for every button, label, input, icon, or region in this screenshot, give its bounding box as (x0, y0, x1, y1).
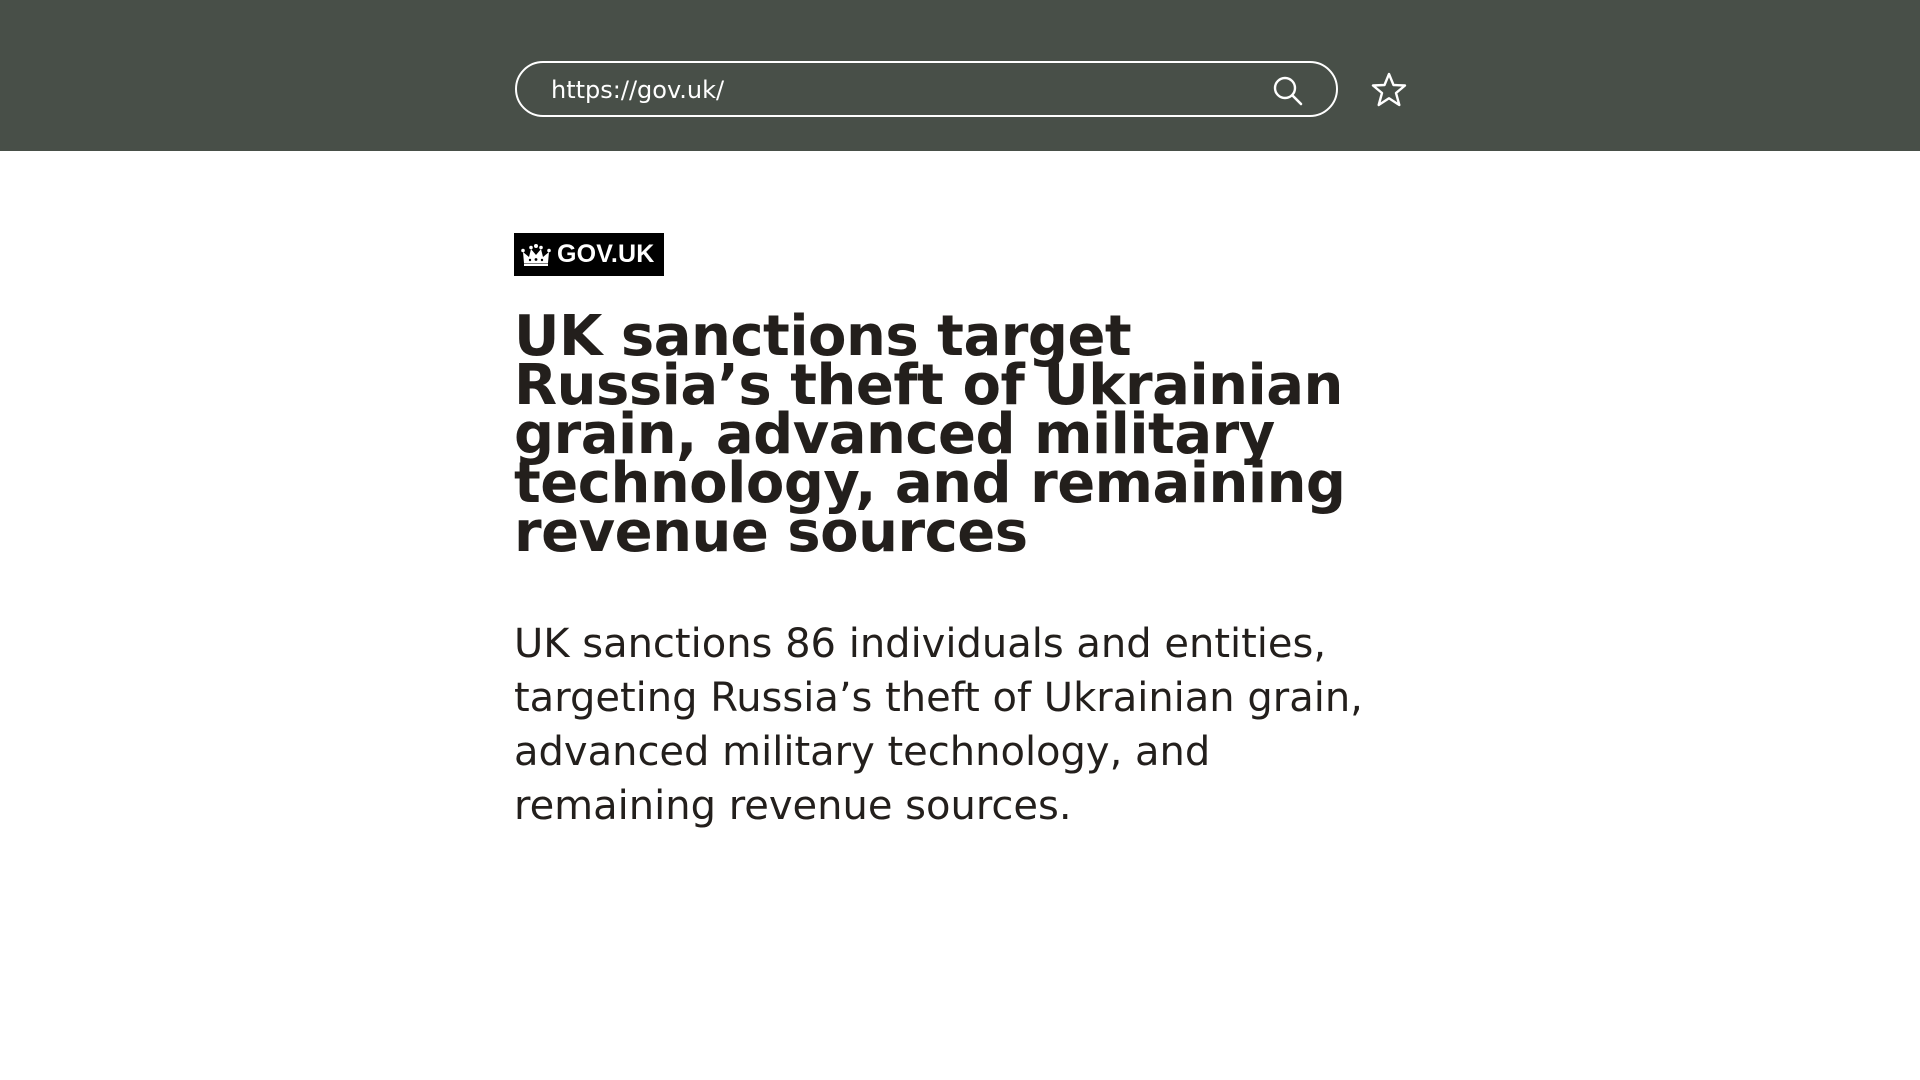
gov-uk-logo-text: GOV.UK (557, 240, 655, 268)
address-bar-url[interactable]: https://gov.uk/ (551, 76, 724, 104)
browser-toolbar: https://gov.uk/ (0, 0, 1920, 151)
crown-icon (521, 243, 551, 266)
article-content: GOV.UK UK sanctions target Russia’s thef… (514, 233, 1394, 833)
article-summary: UK sanctions 86 individuals and entities… (514, 621, 1363, 829)
page-title: UK sanctions target Russia’s theft of Uk… (514, 304, 1346, 565)
search-icon[interactable] (1272, 75, 1304, 107)
gov-uk-logo[interactable]: GOV.UK (514, 233, 664, 276)
star-icon[interactable] (1370, 71, 1408, 109)
address-bar[interactable]: https://gov.uk/ (515, 61, 1338, 117)
